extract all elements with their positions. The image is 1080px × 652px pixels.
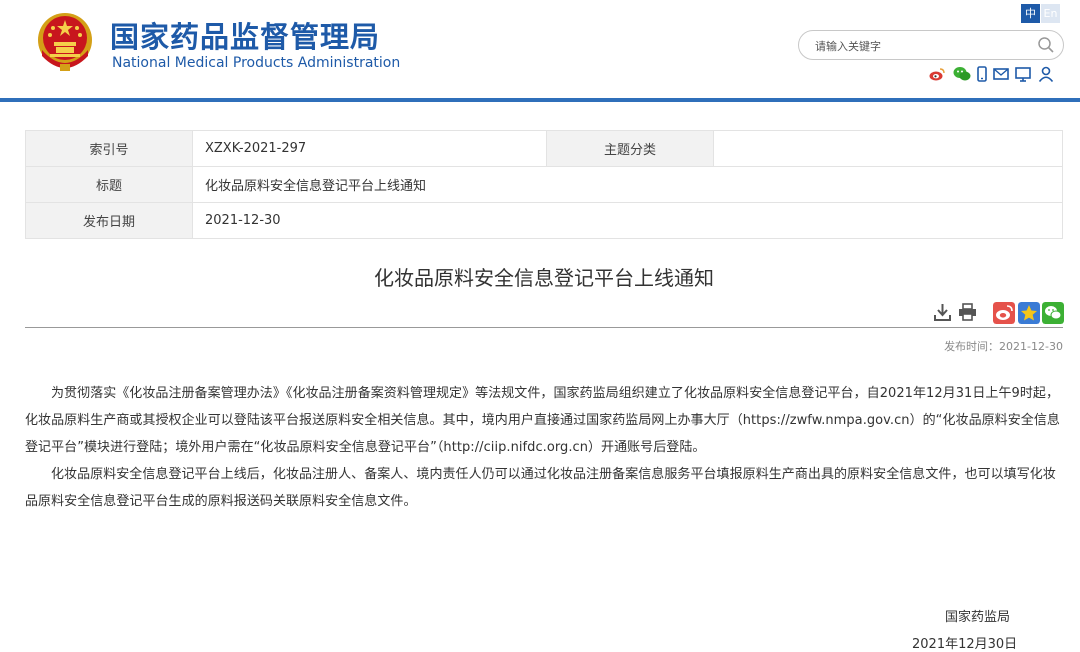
mobile-icon[interactable] [977,66,987,82]
share-wechat-icon[interactable] [1042,302,1064,324]
index-value: XZXK-2021-297 [192,130,547,167]
document-info-table: 索引号 XZXK-2021-297 主题分类 标题 化妆品原料安全信息登记平台上… [25,130,1063,239]
header-divider [0,98,1080,102]
search-icon[interactable] [1037,36,1055,54]
search-input[interactable] [813,36,1027,56]
date-label: 发布日期 [25,202,193,239]
download-icon[interactable] [934,303,951,321]
signature-date: 2021年12月30日 [912,637,1018,652]
national-emblem-icon [38,13,92,71]
title-divider [25,327,1063,328]
wechat-icon[interactable] [953,66,971,82]
publish-time: 发布时间：2021-12-30 [944,340,1063,353]
lang-en-button[interactable]: En [1041,4,1060,23]
date-value: 2021-12-30 [192,202,1063,239]
site-name-en[interactable]: National Medical Products Administration [112,55,400,71]
info-row-index: 索引号 XZXK-2021-297 主题分类 [25,130,1063,167]
print-icon[interactable] [958,303,977,321]
category-label: 主题分类 [546,130,714,167]
index-label: 索引号 [25,130,193,167]
signature-org: 国家药监局 [945,610,1011,625]
title-value: 化妆品原料安全信息登记平台上线通知 [192,166,1063,203]
search-box [798,30,1064,60]
article-paragraph: 化妆品原料安全信息登记平台上线后，化妆品注册人、备案人、境内责任人仍可以通过化妆… [25,467,1056,509]
site-name-cn[interactable]: 国家药品监督管理局 [110,14,380,56]
lang-zh-button[interactable]: 中 [1021,4,1040,23]
article-paragraph: 为贯彻落实《化妆品注册备案管理办法》《化妆品注册备案资料管理规定》等法规文件，国… [25,386,1060,455]
info-row-date: 发布日期 2021-12-30 [25,202,1063,239]
article-title: 化妆品原料安全信息登记平台上线通知 [374,266,714,290]
share-favorite-icon[interactable] [1018,302,1040,324]
category-value [713,130,1063,167]
mail-icon[interactable] [993,66,1009,82]
weibo-icon[interactable] [929,66,945,82]
info-row-title: 标题 化妆品原料安全信息登记平台上线通知 [25,166,1063,203]
share-weibo-icon[interactable] [993,302,1015,324]
title-label: 标题 [25,166,193,203]
user-icon[interactable] [1038,66,1054,82]
comment-icon[interactable] [1015,66,1031,82]
site-header: 国家药品监督管理局 National Medical Products Admi… [0,0,1080,100]
